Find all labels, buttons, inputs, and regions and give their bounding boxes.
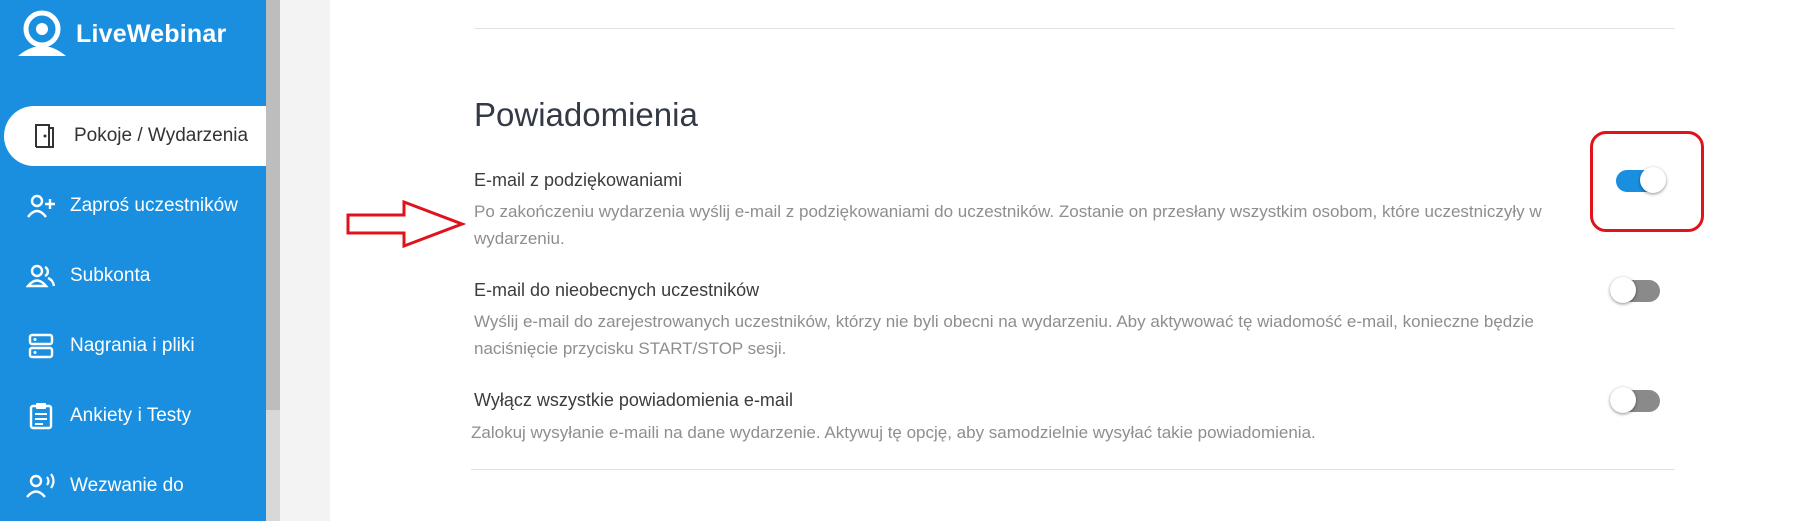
arrow-right-icon — [346, 199, 466, 249]
highlight-box-annotation — [1590, 131, 1704, 232]
speaking-user-icon — [26, 471, 56, 501]
sidebar-scrollbar-track — [266, 410, 280, 521]
clipboard-icon — [26, 401, 56, 431]
sidebar-item-subaccounts[interactable]: Subkonta — [0, 246, 266, 306]
sidebar-item-label: Pokoje / Wydarzenia — [74, 125, 249, 146]
thank-you-email-title: E-mail z podziękowaniami — [474, 170, 683, 190]
absent-email-title: E-mail do nieobecnych uczestników — [474, 280, 760, 300]
bottom-divider — [471, 469, 1675, 470]
users-icon — [26, 261, 56, 291]
storage-icon — [26, 331, 56, 361]
sidebar-item-label: Subkonta — [70, 265, 151, 286]
sidebar-item-polls-tests[interactable]: Ankiety i Testy — [0, 386, 266, 446]
brand-name: LiveWebinar — [76, 19, 227, 48]
absent-email-description: Wyślij e-mail do zarejestrowanych uczest… — [474, 312, 1534, 358]
absent-email-toggle[interactable] — [1610, 277, 1660, 303]
sidebar-item-label: Zaproś uczestników — [70, 195, 238, 216]
toggle-knob — [1610, 387, 1636, 413]
toggle-knob — [1610, 277, 1636, 303]
sidebar-item-label: Wezwanie do — [70, 475, 184, 496]
sidebar-item-call-to-action[interactable]: Wezwanie do — [0, 456, 266, 516]
disable-all-emails-description: Zalokuj wysyłanie e-maili na dane wydarz… — [471, 423, 1316, 442]
thank-you-email-description: Po zakończeniu wydarzenia wyślij e-mail … — [474, 202, 1542, 248]
section-title: Powiadomienia — [474, 96, 698, 133]
brand-logo[interactable]: LiveWebinar — [14, 10, 254, 58]
top-divider — [474, 28, 1675, 29]
sidebar-item-label: Nagrania i pliki — [70, 335, 195, 356]
sidebar: LiveWebinar Pokoje / Wydarzenia Zaproś u… — [0, 0, 266, 521]
add-user-icon — [26, 191, 56, 221]
webcam-logo-icon — [18, 10, 66, 56]
sidebar-scrollbar[interactable] — [266, 0, 280, 410]
sidebar-item-recordings[interactable]: Nagrania i pliki — [0, 316, 266, 376]
door-icon — [30, 121, 60, 151]
sidebar-item-invite[interactable]: Zaproś uczestników — [0, 176, 266, 236]
sidebar-item-label: Ankiety i Testy — [70, 405, 192, 426]
sidebar-item-rooms-events[interactable]: Pokoje / Wydarzenia — [4, 106, 266, 166]
disable-all-emails-title: Wyłącz wszystkie powiadomienia e-mail — [474, 390, 793, 410]
disable-all-emails-toggle[interactable] — [1610, 387, 1660, 413]
